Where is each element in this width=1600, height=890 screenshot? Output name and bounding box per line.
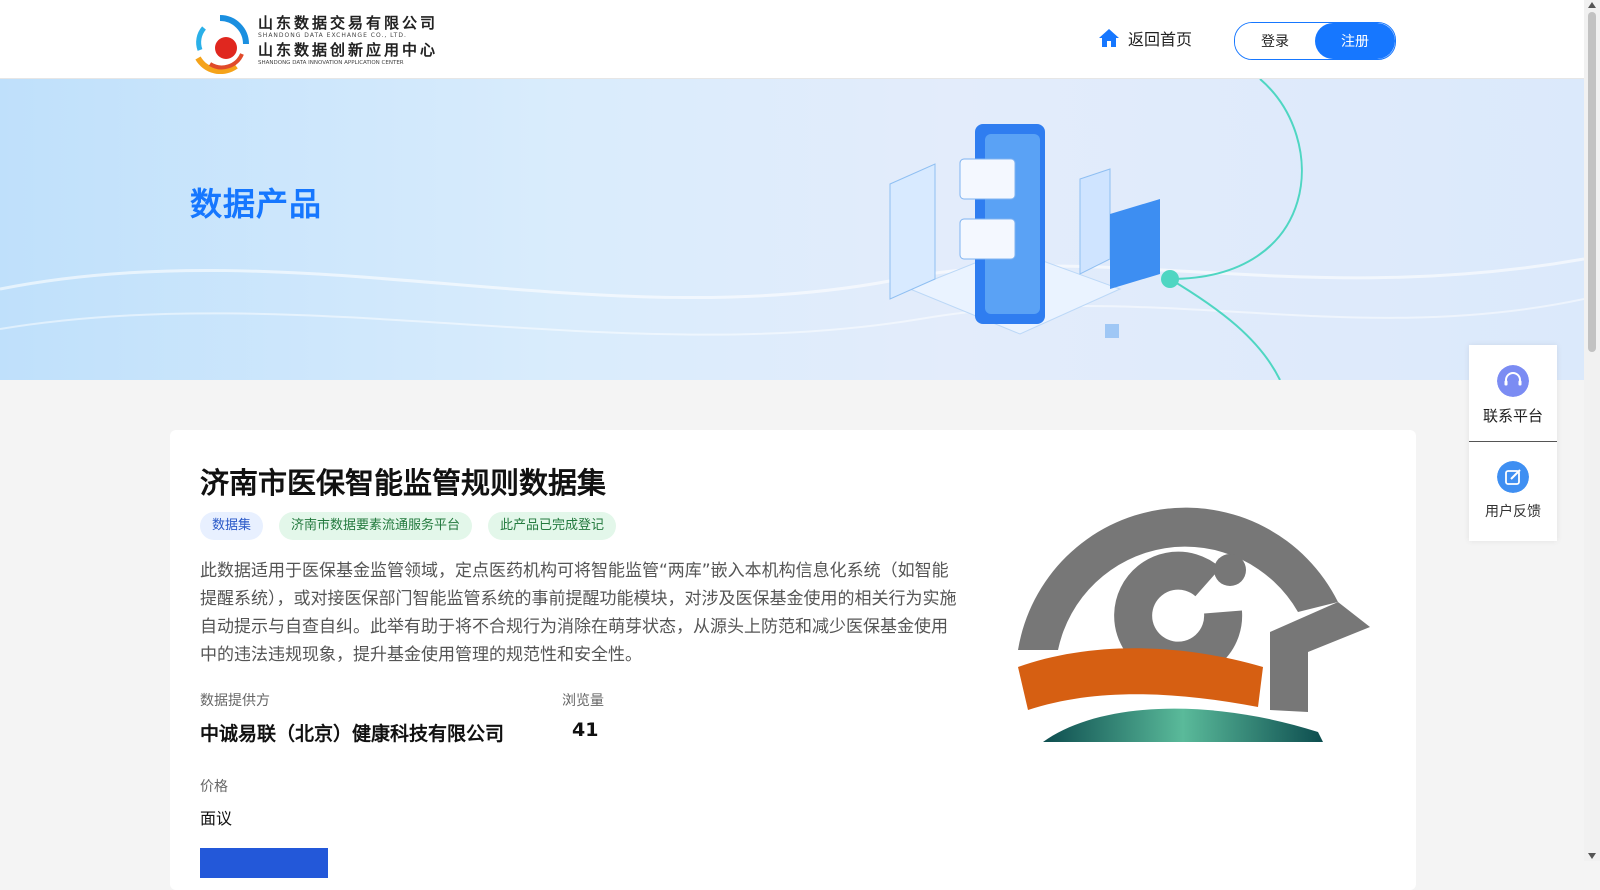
login-button[interactable]: 登录 xyxy=(1235,23,1315,59)
product-card: 济南市医保智能监管规则数据集 数据集 济南市数据要素流通服务平台 此产品已完成登… xyxy=(170,430,1416,890)
user-feedback-button[interactable]: 用户反馈 xyxy=(1469,461,1557,521)
tag-type: 数据集 xyxy=(200,512,264,540)
company-logo[interactable]: 山东数据交易有限公司 SHANDONG DATA EXCHANGE CO., L… xyxy=(190,12,460,76)
logo-en-line2: SHANDONG DATA INNOVATION APPLICATION CEN… xyxy=(258,60,404,66)
banner-illustration xyxy=(0,79,1584,380)
headset-icon xyxy=(1497,365,1529,397)
home-icon xyxy=(1099,29,1119,47)
top-header: 山东数据交易有限公司 SHANDONG DATA EXCHANGE CO., L… xyxy=(0,0,1584,79)
views-label: 浏览量 xyxy=(562,693,604,709)
register-button[interactable]: 注册 xyxy=(1315,23,1395,59)
provider-label: 数据提供方 xyxy=(200,693,270,709)
feedback-label: 用户反馈 xyxy=(1485,504,1541,520)
action-button[interactable] xyxy=(200,848,328,878)
auth-group: 登录 注册 xyxy=(1234,22,1396,60)
logo-mark-icon xyxy=(195,15,249,74)
contact-label: 联系平台 xyxy=(1482,407,1543,425)
scroll-thumb[interactable] xyxy=(1588,12,1596,352)
hero-banner: 数据产品 xyxy=(0,79,1584,380)
side-divider xyxy=(1469,441,1557,442)
side-float-panel: 联系平台 用户反馈 xyxy=(1469,345,1557,541)
scroll-up-arrow-icon[interactable] xyxy=(1588,2,1596,8)
home-link[interactable]: 返回首页 xyxy=(1098,26,1192,50)
price-label: 价格 xyxy=(200,779,228,795)
tag-list: 数据集 济南市数据要素流通服务平台 此产品已完成登记 xyxy=(200,512,617,540)
price-value: 面议 xyxy=(200,809,233,828)
tag-platform: 济南市数据要素流通服务平台 xyxy=(279,512,473,540)
provider-logo-image xyxy=(1018,507,1370,742)
logo-cn-line2: 山东数据创新应用中心 xyxy=(258,41,439,59)
edit-icon xyxy=(1497,461,1529,493)
product-title: 济南市医保智能监管规则数据集 xyxy=(200,466,607,500)
home-label: 返回首页 xyxy=(1128,30,1193,49)
provider-value: 中诚易联（北京）健康科技有限公司 xyxy=(200,723,505,745)
contact-platform-button[interactable]: 联系平台 xyxy=(1469,365,1557,426)
logo-en-line1: SHANDONG DATA EXCHANGE CO., LTD. xyxy=(258,32,407,39)
tag-registered: 此产品已完成登记 xyxy=(488,512,617,540)
logo-cn-line1: 山东数据交易有限公司 xyxy=(258,14,439,32)
scroll-down-arrow-icon[interactable] xyxy=(1588,853,1596,859)
product-description: 此数据适用于医保基金监管领域，定点医药机构可将智能监管“两库”嵌入本机构信息化系… xyxy=(200,561,957,665)
page-scrollbar[interactable] xyxy=(1584,0,1600,861)
page-title: 数据产品 xyxy=(190,185,323,223)
views-value: 41 xyxy=(572,719,599,741)
